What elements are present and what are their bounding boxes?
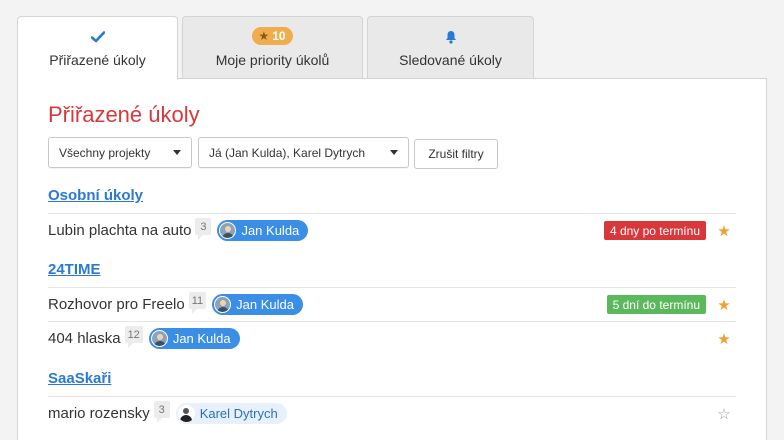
task-row[interactable]: mario rozensky 3 Karel Dytrych ☆	[48, 397, 736, 430]
avatar	[214, 296, 232, 313]
task-row[interactable]: 404 hlaska 12 Jan Kulda ★	[48, 322, 736, 355]
star-icon[interactable]: ★	[716, 296, 732, 314]
assignee-name: Jan Kulda	[241, 223, 300, 238]
bell-icon	[368, 29, 533, 45]
group-title-saaskari[interactable]: SaaSkaři	[48, 370, 111, 387]
task-name[interactable]: mario rozensky	[48, 405, 150, 422]
avatar	[150, 330, 168, 347]
tab-label: Sledované úkoly	[399, 52, 502, 68]
comment-count[interactable]: 11	[188, 292, 207, 314]
assignee-name: Jan Kulda	[236, 297, 294, 312]
priority-count: 10	[272, 29, 286, 43]
caret-down-icon	[173, 150, 181, 155]
deadline-badge: 5 dní do termínu	[606, 295, 706, 314]
star-icon[interactable]: ★	[716, 330, 732, 348]
comment-count[interactable]: 3	[153, 401, 170, 423]
task-row[interactable]: Rozhovor pro Freelo 11 Jan Kulda 5 dní d…	[48, 288, 736, 321]
caret-down-icon	[390, 150, 398, 155]
group-title-24time[interactable]: 24TIME	[48, 261, 101, 278]
assignee-pill[interactable]: Jan Kulda	[217, 220, 309, 241]
assignee-pill[interactable]: Jan Kulda	[148, 328, 240, 349]
tab-my-priorities[interactable]: ★ 10 Moje priority úkolů	[182, 16, 363, 79]
assignee-name: Karel Dytrych	[199, 406, 278, 421]
avatar	[219, 222, 237, 239]
checkmark-icon	[18, 29, 177, 45]
tasks-panel: Přiřazené úkoly Všechny projekty Já (Jan…	[17, 78, 767, 440]
star-icon[interactable]: ★	[716, 222, 732, 240]
tab-label: Moje priority úkolů	[215, 52, 330, 68]
page-title: Přiřazené úkoly	[48, 102, 200, 127]
assignee-name: Jan Kulda	[172, 331, 231, 346]
project-filter-dropdown[interactable]: Všechny projekty	[48, 137, 192, 168]
tab-assigned-tasks[interactable]: Přiřazené úkoly	[17, 16, 178, 80]
task-row[interactable]: Lubin plachta na auto 3 Jan Kulda 4 dny …	[48, 214, 736, 247]
tab-label: Přiřazené úkoly	[49, 52, 146, 68]
group-title-osobni-ukoly[interactable]: Osobní úkoly	[48, 187, 143, 204]
tab-watched-tasks[interactable]: Sledované úkoly	[367, 16, 534, 79]
star-icon: ★	[258, 29, 270, 43]
people-filter-dropdown[interactable]: Já (Jan Kulda), Karel Dytrych	[198, 137, 409, 168]
priority-count-badge: ★ 10	[183, 27, 362, 45]
deadline-badge: 4 dny po termínu	[603, 221, 706, 240]
clear-filters-button[interactable]: Zrušit filtry	[414, 139, 498, 169]
task-name[interactable]: Lubin plachta na auto	[48, 222, 191, 239]
star-outline-icon[interactable]: ☆	[716, 405, 732, 423]
avatar	[177, 405, 195, 422]
comment-count[interactable]: 12	[124, 326, 143, 348]
task-name[interactable]: 404 hlaska	[48, 330, 121, 347]
project-filter-value: Všechny projekty	[59, 145, 151, 160]
assignee-pill[interactable]: Jan Kulda	[212, 294, 303, 315]
task-name[interactable]: Rozhovor pro Freelo	[48, 296, 185, 313]
people-filter-value: Já (Jan Kulda), Karel Dytrych	[209, 145, 366, 160]
assignee-pill[interactable]: Karel Dytrych	[175, 403, 287, 424]
comment-count[interactable]: 3	[195, 218, 212, 240]
